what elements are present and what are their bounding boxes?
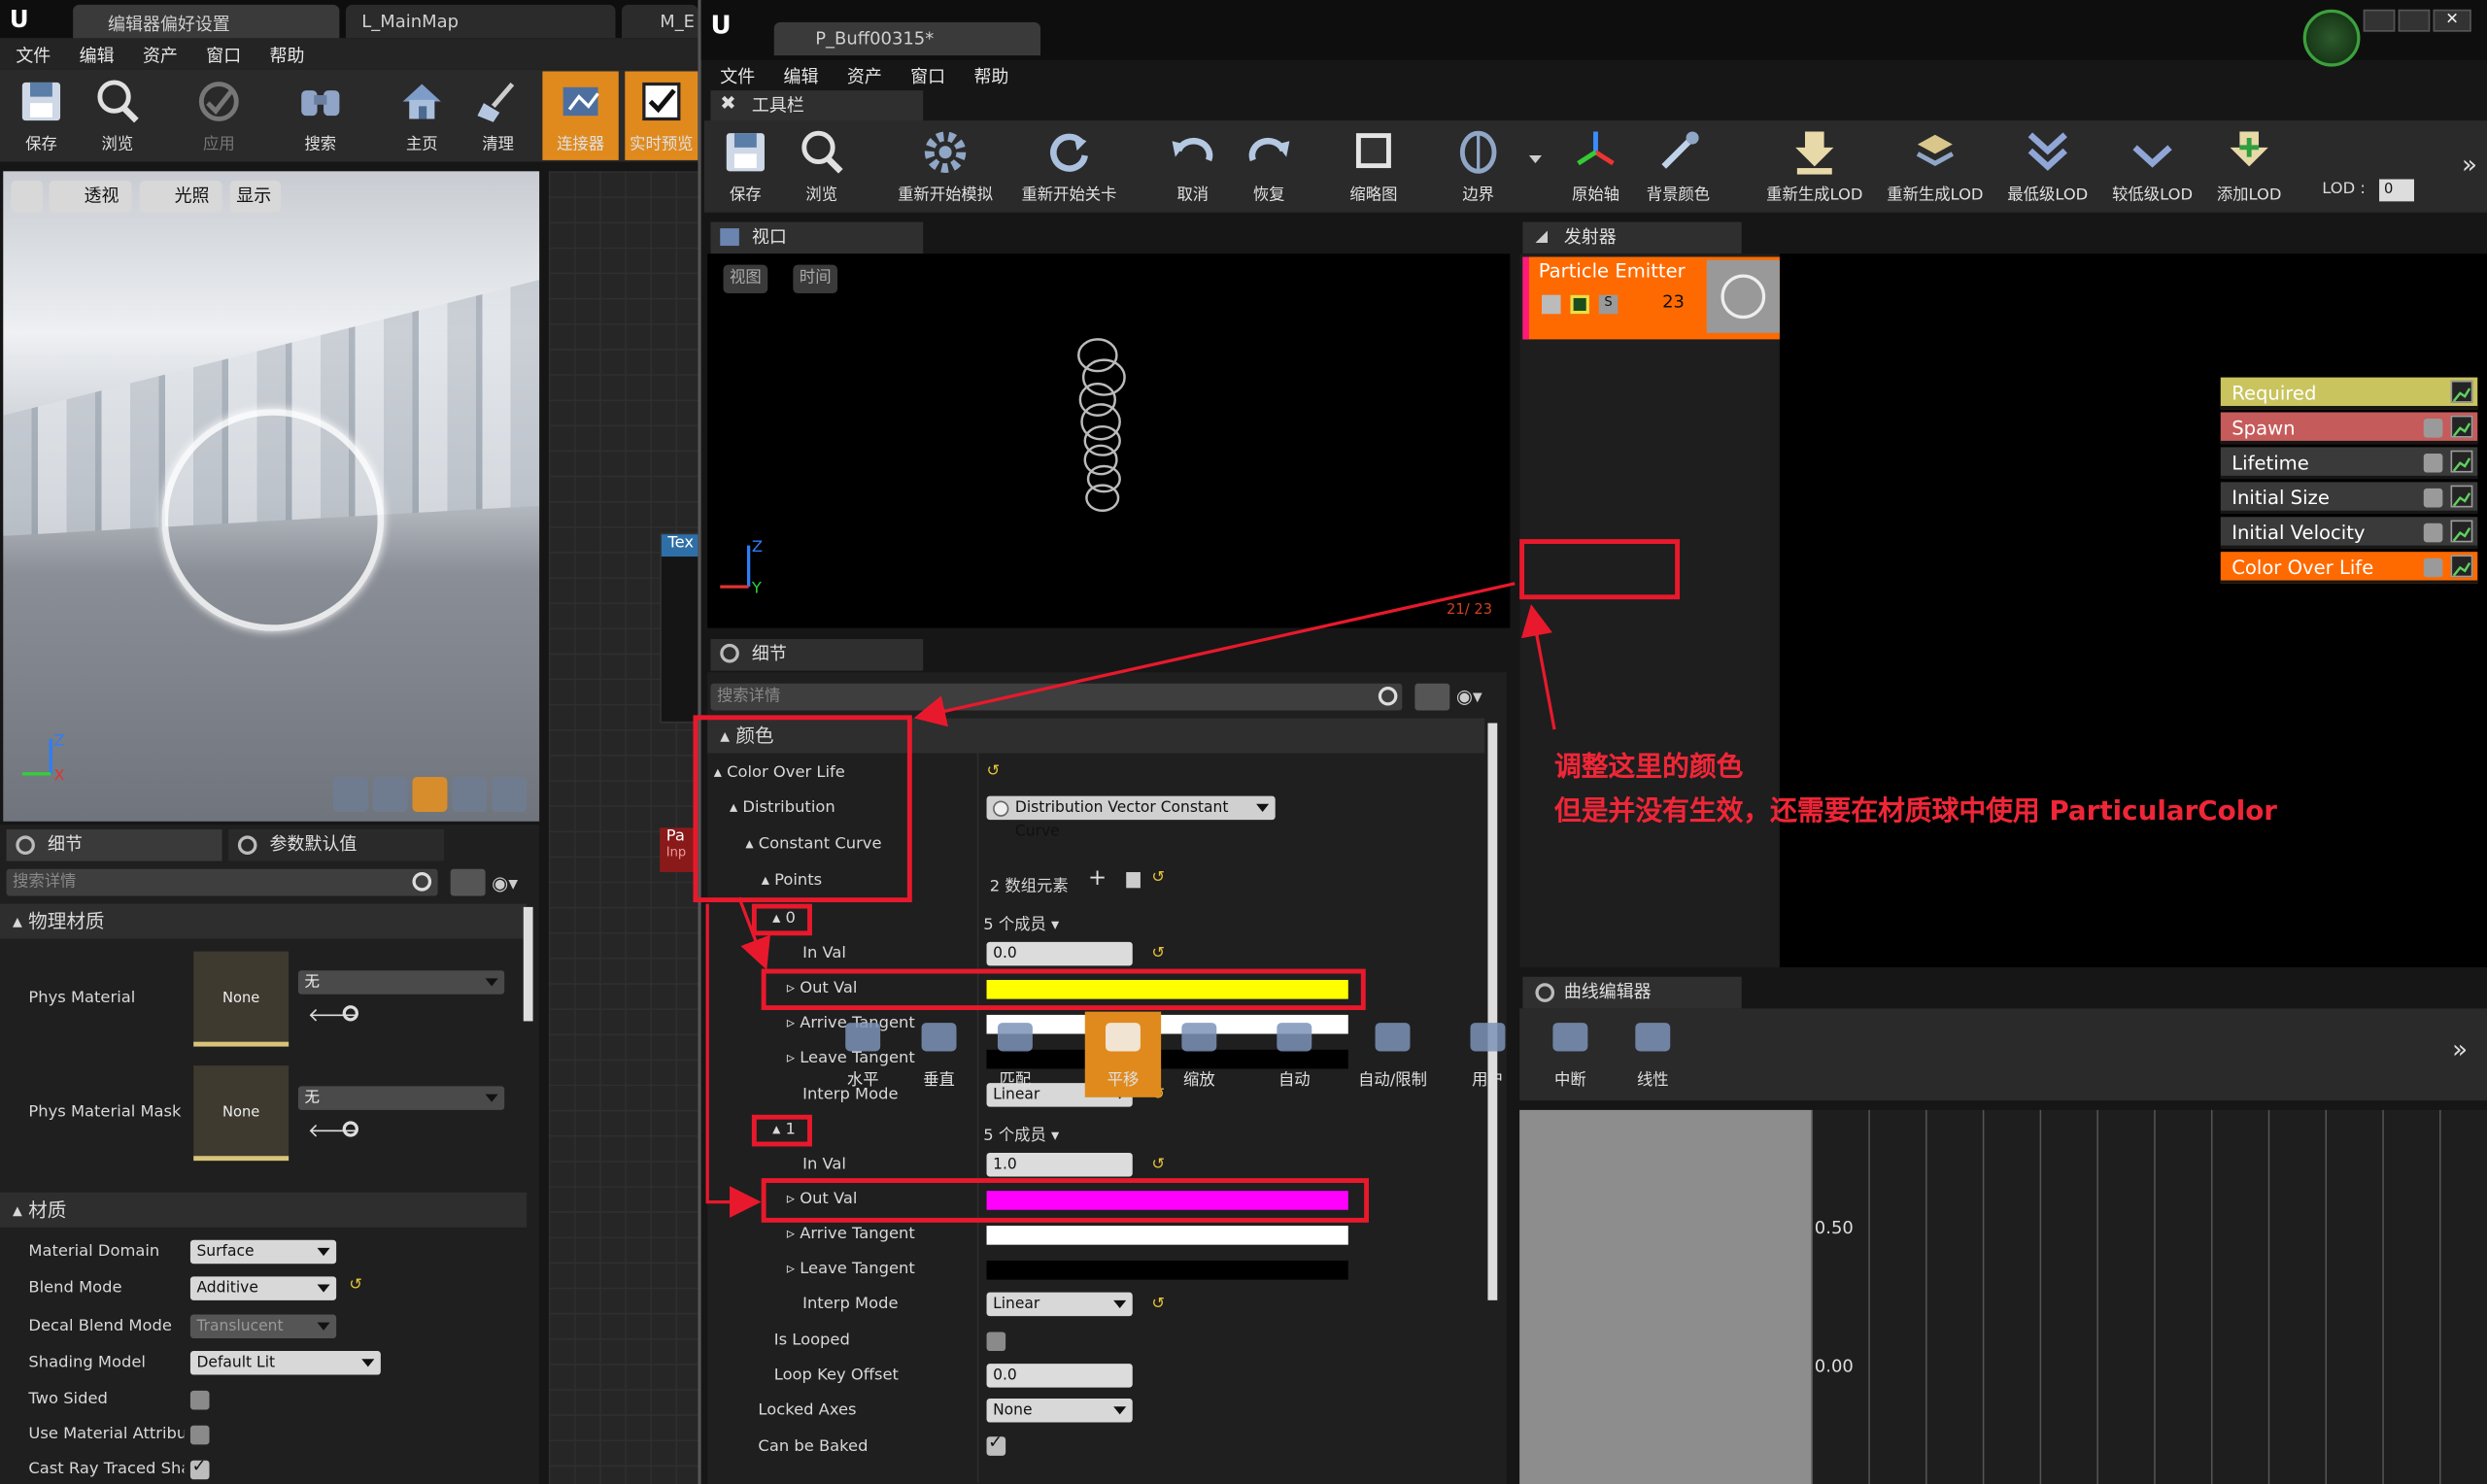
annotation-arrows bbox=[705, 582, 1556, 1218]
